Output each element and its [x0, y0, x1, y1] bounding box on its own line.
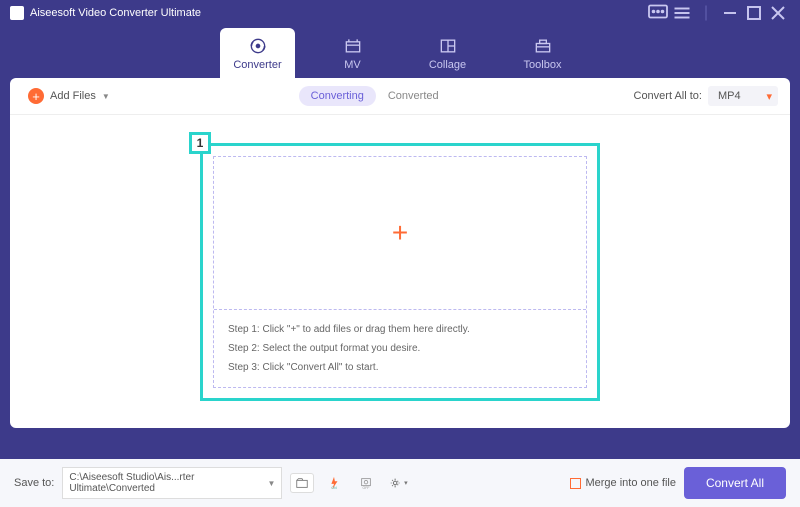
merge-label: Merge into one file	[585, 477, 676, 489]
boost-on-button[interactable]: ON	[322, 473, 346, 493]
tab-label: Toolbox	[524, 59, 562, 71]
convert-all-label: Convert All to:	[634, 90, 702, 102]
app-logo-icon	[10, 6, 24, 20]
instructions: Step 1: Click "+" to add files or drag t…	[214, 310, 586, 387]
drop-area[interactable]: +	[214, 157, 586, 310]
tab-label: Converter	[233, 59, 281, 71]
minimize-button[interactable]	[718, 1, 742, 25]
drop-zone[interactable]: + Step 1: Click "+" to add files or drag…	[213, 156, 587, 388]
main-tabs: Converter MV Collage Toolbox	[0, 26, 800, 78]
convert-all-to: Convert All to: MP4	[634, 86, 778, 106]
footer: Save to: C:\Aiseesoft Studio\Ais...rter …	[0, 459, 800, 507]
titlebar: Aiseesoft Video Converter Ultimate	[0, 0, 800, 26]
svg-text:OFF: OFF	[363, 486, 370, 490]
chevron-down-icon: ▼	[102, 92, 110, 101]
chevron-down-icon: ▼	[267, 479, 275, 488]
tab-collage[interactable]: Collage	[410, 28, 485, 78]
feedback-icon[interactable]	[646, 1, 670, 25]
annotation-callout: 1	[189, 132, 211, 154]
content-panel: + Add Files ▼ Converting Converted Conve…	[10, 78, 790, 428]
settings-button[interactable]: ▾	[386, 473, 410, 493]
step-3: Step 3: Click "Convert All" to start.	[228, 358, 572, 377]
add-plus-icon[interactable]: +	[392, 217, 408, 249]
tab-label: Collage	[429, 59, 466, 71]
toolbar: + Add Files ▼ Converting Converted Conve…	[10, 78, 790, 115]
svg-text:ON: ON	[332, 486, 338, 490]
step-2: Step 2: Select the output format you des…	[228, 339, 572, 358]
step-1: Step 1: Click "+" to add files or drag t…	[228, 320, 572, 339]
plus-icon: +	[28, 88, 44, 104]
stage: 1 + Step 1: Click "+" to add files or dr…	[10, 115, 790, 428]
tab-toolbox[interactable]: Toolbox	[505, 28, 580, 78]
close-button[interactable]	[766, 1, 790, 25]
convert-all-button[interactable]: Convert All	[684, 467, 786, 499]
output-format-select[interactable]: MP4	[708, 86, 778, 106]
menu-icon[interactable]	[670, 1, 694, 25]
maximize-button[interactable]	[742, 1, 766, 25]
add-files-button[interactable]: + Add Files ▼	[22, 84, 116, 108]
status-converted[interactable]: Converted	[376, 86, 451, 106]
app-title: Aiseesoft Video Converter Ultimate	[30, 7, 201, 19]
gpu-off-button[interactable]: OFF	[354, 473, 378, 493]
checkbox-icon	[570, 478, 581, 489]
tab-label: MV	[344, 59, 361, 71]
save-to-label: Save to:	[14, 477, 54, 489]
annotation-outline: 1 + Step 1: Click "+" to add files or dr…	[200, 143, 600, 401]
add-files-label: Add Files	[50, 90, 96, 102]
status-converting[interactable]: Converting	[299, 86, 376, 106]
save-path-value: C:\Aiseesoft Studio\Ais...rter Ultimate\…	[69, 472, 267, 494]
status-tabs: Converting Converted	[299, 86, 451, 106]
tab-mv[interactable]: MV	[315, 28, 390, 78]
open-folder-button[interactable]	[290, 473, 314, 493]
save-path-select[interactable]: C:\Aiseesoft Studio\Ais...rter Ultimate\…	[62, 467, 282, 499]
tab-converter[interactable]: Converter	[220, 28, 295, 78]
merge-checkbox[interactable]: Merge into one file	[570, 477, 676, 489]
divider	[694, 1, 718, 25]
